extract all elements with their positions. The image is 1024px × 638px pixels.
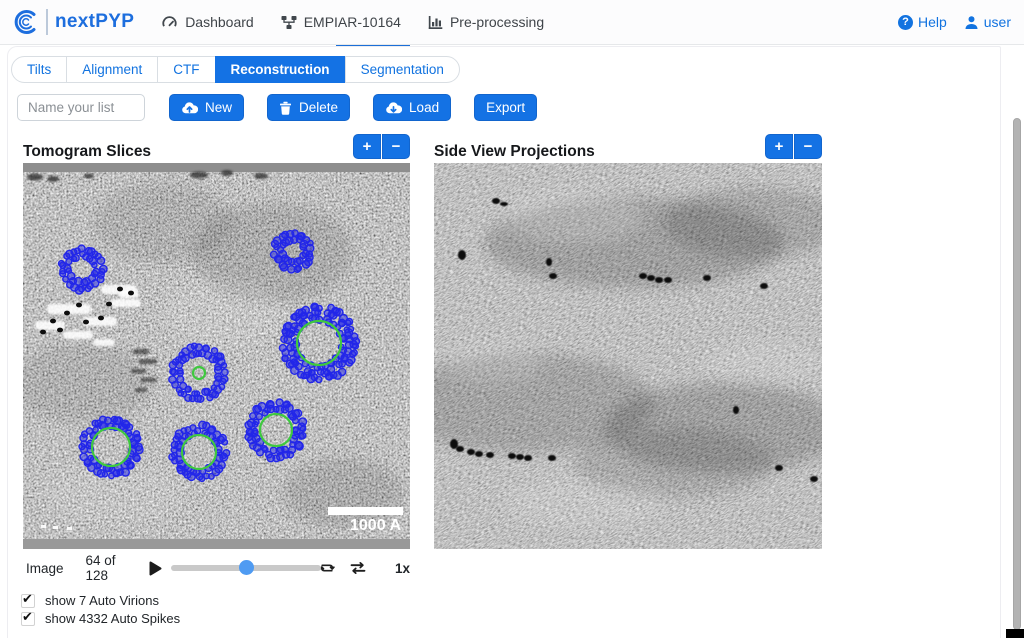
tomogram-zoom-controls: + − <box>353 134 410 159</box>
tomogram-zoom-out-button[interactable]: − <box>382 134 410 159</box>
tomogram-viewport[interactable]: 1000 A <box>23 163 410 549</box>
exchange-icon <box>349 560 367 576</box>
speed-label[interactable]: 1x <box>395 561 410 576</box>
trash-icon <box>279 101 292 115</box>
tab-ctf[interactable]: CTF <box>157 56 215 83</box>
sideview-panel-title: Side View Projections <box>434 143 595 161</box>
tomogram-panel-title: Tomogram Slices <box>23 143 151 161</box>
tomogram-zoom-in-button[interactable]: + <box>353 134 381 159</box>
check-icon: ✔ <box>22 591 33 607</box>
show-virions-checkbox[interactable]: ✔ <box>21 594 35 608</box>
page-scrollbar <box>1011 46 1024 638</box>
cloud-upload-icon <box>181 101 198 115</box>
help-link[interactable]: ? Help <box>898 14 947 30</box>
show-spikes-label: show 4332 Auto Spikes <box>45 611 180 626</box>
brand-divider <box>46 9 48 35</box>
delete-button-label: Delete <box>299 100 338 115</box>
new-button-label: New <box>205 100 232 115</box>
nextpyp-logo-icon <box>13 9 39 35</box>
user-icon <box>964 15 979 30</box>
tab-reconstruction[interactable]: Reconstruction <box>215 56 346 83</box>
scrollbar-thumb[interactable] <box>1013 118 1021 630</box>
top-navbar: nextPYP Dashboard EMPIAR-10164 <box>0 0 1024 45</box>
slice-slider[interactable] <box>171 560 307 576</box>
slice-player: Image 64 of 128 <box>23 558 410 578</box>
user-menu[interactable]: user <box>964 14 1011 30</box>
option-show-virions: ✔ show 7 Auto Virions <box>21 592 410 609</box>
nav-project-empiar[interactable]: EMPIAR-10164 <box>281 14 401 30</box>
help-label: Help <box>918 14 947 30</box>
show-virions-label: show 7 Auto Virions <box>45 593 159 608</box>
load-button-label: Load <box>409 100 439 115</box>
nav-links: Dashboard EMPIAR-10164 <box>161 14 544 30</box>
nav-dashboard-label: Dashboard <box>185 14 254 30</box>
check-icon: ✔ <box>22 609 33 625</box>
play-icon <box>149 561 162 576</box>
sideview-viewport[interactable] <box>434 163 822 549</box>
option-show-spikes: ✔ show 4332 Auto Spikes <box>21 610 410 627</box>
tab-segmentation[interactable]: Segmentation <box>345 56 460 83</box>
tomogram-panel: Tomogram Slices + − <box>23 134 410 628</box>
scale-bar-label: 1000 A <box>350 517 401 535</box>
nav-right: ? Help user <box>898 14 1011 30</box>
main-card: Tilts Alignment CTF Reconstruction Segme… <box>7 46 1001 638</box>
player-counter: 64 of 128 <box>86 553 137 583</box>
panels-row: Tomogram Slices + − <box>23 134 1000 628</box>
show-spikes-checkbox[interactable]: ✔ <box>21 612 35 626</box>
tab-alignment[interactable]: Alignment <box>66 56 158 83</box>
display-options: ✔ show 7 Auto Virions ✔ show 4332 Auto S… <box>21 592 410 627</box>
section-tabs: Tilts Alignment CTF Reconstruction Segme… <box>11 56 460 83</box>
list-name-input[interactable] <box>17 94 145 121</box>
help-icon: ? <box>898 15 913 30</box>
delete-button[interactable]: Delete <box>267 94 350 121</box>
tab-tilts[interactable]: Tilts <box>11 56 67 83</box>
cloud-download-icon <box>385 101 402 115</box>
export-button-label: Export <box>486 100 525 115</box>
corner-artifact <box>1006 629 1024 638</box>
load-button[interactable]: Load <box>373 94 451 121</box>
nav-preprocessing[interactable]: Pre-processing <box>428 14 544 30</box>
project-diagram-icon <box>281 15 297 30</box>
nav-project-label: EMPIAR-10164 <box>304 14 401 30</box>
nav-preprocessing-label: Pre-processing <box>450 14 544 30</box>
player-image-label: Image <box>26 561 64 576</box>
sideview-panel-header: Side View Projections + − <box>434 134 822 161</box>
export-button[interactable]: Export <box>474 94 537 121</box>
user-label: user <box>984 14 1011 30</box>
brand[interactable]: nextPYP <box>13 9 134 35</box>
sideview-zoom-controls: + − <box>765 134 822 159</box>
tomogram-image <box>23 163 410 549</box>
sideview-image <box>434 163 822 549</box>
nav-dashboard[interactable]: Dashboard <box>161 14 254 30</box>
play-button[interactable] <box>149 561 162 576</box>
brand-name: nextPYP <box>55 11 134 33</box>
slider-thumb[interactable] <box>239 560 254 575</box>
chart-bars-icon <box>428 15 443 30</box>
bounce-button[interactable] <box>349 560 367 576</box>
list-toolbar: New Delete Load Export <box>17 94 1000 121</box>
tomogram-panel-header: Tomogram Slices + − <box>23 134 410 161</box>
sideview-panel: Side View Projections + − <box>434 134 822 628</box>
sideview-zoom-in-button[interactable]: + <box>765 134 793 159</box>
scale-bar <box>328 507 403 515</box>
new-button[interactable]: New <box>169 94 244 121</box>
sideview-zoom-out-button[interactable]: − <box>794 134 822 159</box>
gauge-icon <box>161 14 178 30</box>
